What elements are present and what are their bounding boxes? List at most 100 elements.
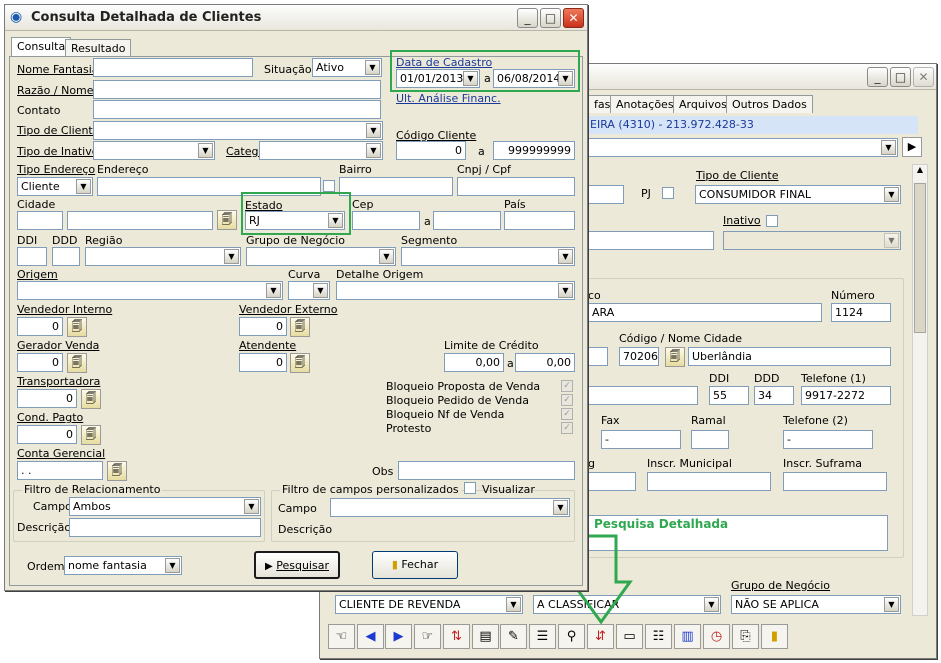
toolbar-print-icon[interactable]: ▤ bbox=[472, 624, 499, 649]
limite-de-field[interactable]: 0,00 bbox=[444, 353, 504, 372]
descricao-field[interactable] bbox=[69, 518, 261, 537]
lookup-vendedor-interno-icon[interactable]: 🗐 bbox=[67, 317, 87, 337]
ordem-select[interactable]: nome fantasia ▼ bbox=[64, 556, 182, 575]
toolbar-card-icon[interactable]: ▭ bbox=[616, 624, 643, 649]
endereco-checkbox[interactable] bbox=[323, 180, 335, 192]
cond-pagto-field[interactable]: 0 bbox=[17, 425, 77, 444]
maximize-button[interactable]: □ bbox=[890, 67, 911, 87]
inativo-checkbox[interactable] bbox=[766, 215, 778, 227]
lookup-cidade-icon[interactable]: 🗐 bbox=[665, 347, 685, 367]
chevron-down-icon[interactable]: ▼ bbox=[553, 500, 568, 515]
chevron-down-icon[interactable]: ▼ bbox=[366, 123, 381, 138]
scroll-up-icon[interactable]: ▲ bbox=[913, 165, 927, 179]
cidade-codigo-field[interactable] bbox=[17, 211, 63, 230]
cep-ate-field[interactable] bbox=[433, 211, 501, 230]
chevron-down-icon[interactable]: ▼ bbox=[884, 597, 899, 612]
toolbar-chart-icon[interactable]: ▥ bbox=[674, 624, 701, 649]
chevron-down-icon[interactable]: ▼ bbox=[881, 140, 896, 155]
toolbar-users-icon[interactable]: ☷ bbox=[645, 624, 672, 649]
vendedor-externo-field[interactable]: 0 bbox=[239, 317, 287, 336]
ddd-field[interactable]: 34 bbox=[754, 386, 794, 405]
tab-resultado[interactable]: Resultado bbox=[65, 39, 132, 57]
toolbar-point-icon[interactable]: ☞ bbox=[414, 624, 441, 649]
tipo-endereco-select[interactable]: Cliente ▼ bbox=[17, 177, 93, 196]
chevron-down-icon[interactable]: ▼ bbox=[704, 597, 719, 612]
minimize-button[interactable]: _ bbox=[867, 67, 888, 87]
maximize-button[interactable]: □ bbox=[540, 8, 561, 28]
toolbar-next-icon[interactable]: ▶ bbox=[385, 624, 412, 649]
contato-field[interactable] bbox=[93, 100, 381, 119]
tipo-cliente-select[interactable]: ▼ bbox=[93, 121, 383, 140]
curva-select[interactable]: ▼ bbox=[288, 281, 330, 300]
pais-field[interactable] bbox=[504, 211, 575, 230]
lookup-vendedor-externo-icon[interactable]: 🗐 bbox=[290, 317, 310, 337]
origem-select[interactable]: ▼ bbox=[17, 281, 283, 300]
cidade-nome-field[interactable] bbox=[67, 211, 213, 230]
toolbar-edit-icon[interactable]: ✎ bbox=[500, 624, 527, 649]
telefone2-field[interactable]: - bbox=[783, 430, 873, 449]
go-arrow-icon[interactable]: ▶ bbox=[902, 137, 922, 157]
chevron-down-icon[interactable]: ▼ bbox=[198, 143, 213, 158]
chevron-down-icon[interactable]: ▼ bbox=[224, 249, 239, 264]
detalhe-origem-select[interactable]: ▼ bbox=[336, 281, 575, 300]
grupo-negocio-select[interactable]: NÃO SE APLICA ▼ bbox=[731, 595, 901, 614]
ddi-field[interactable]: 55 bbox=[709, 386, 749, 405]
grupo-negocio-select[interactable]: ▼ bbox=[246, 247, 396, 266]
tab-outros-dados[interactable]: Outros Dados bbox=[726, 95, 813, 113]
toolbar-tree-icon[interactable]: ⚲ bbox=[558, 624, 585, 649]
pesquisar-button[interactable]: ▶ Pesquisar bbox=[254, 551, 340, 579]
chevron-down-icon[interactable]: ▼ bbox=[165, 558, 180, 573]
bloqueio-proposta-checkbox[interactable]: ✓ bbox=[561, 380, 573, 392]
ddd-field[interactable] bbox=[52, 247, 80, 266]
transportadora-field[interactable]: 0 bbox=[17, 389, 77, 408]
back-dd1[interactable]: CLIENTE DE REVENDA ▼ bbox=[335, 595, 523, 614]
telefone1-field[interactable]: 9917-2272 bbox=[801, 386, 891, 405]
chevron-down-icon[interactable]: ▼ bbox=[558, 283, 573, 298]
lookup-conta-gerencial-icon[interactable]: 🗐 bbox=[107, 461, 127, 481]
codigo-de-field[interactable]: 0 bbox=[396, 141, 466, 160]
chevron-down-icon[interactable]: ▼ bbox=[366, 143, 381, 158]
toolbar-swap-icon[interactable]: ⇅ bbox=[443, 624, 470, 649]
cep-de-field[interactable] bbox=[352, 211, 420, 230]
lookup-transportadora-icon[interactable]: 🗐 bbox=[81, 389, 101, 409]
tab-consulta[interactable]: Consulta bbox=[11, 37, 72, 57]
lookup-cond-pagto-icon[interactable]: 🗐 bbox=[81, 425, 101, 445]
fechar-button[interactable]: ▮ Fechar bbox=[372, 551, 458, 579]
chevron-down-icon[interactable]: ▼ bbox=[379, 249, 394, 264]
toolbar-detailed-search-icon[interactable]: ⇵ bbox=[587, 624, 614, 649]
toolbar-exit-icon[interactable]: ▮ bbox=[761, 624, 788, 649]
visualizar-checkbox[interactable] bbox=[464, 482, 476, 494]
lookup-gerador-venda-icon[interactable]: 🗐 bbox=[67, 353, 87, 373]
tab-anotacoes[interactable]: Anotações bbox=[610, 95, 680, 113]
bloqueio-nf-checkbox[interactable]: ✓ bbox=[561, 408, 573, 420]
bairro-field[interactable] bbox=[339, 177, 453, 196]
chevron-down-icon[interactable]: ▼ bbox=[506, 597, 521, 612]
lookup-atendente-icon[interactable]: 🗐 bbox=[290, 353, 310, 373]
client-selector[interactable]: ▼ bbox=[588, 138, 898, 157]
scrollbar[interactable]: ▲ bbox=[912, 164, 928, 616]
toolbar-hand-icon[interactable]: ☜ bbox=[328, 624, 355, 649]
chevron-down-icon[interactable]: ▼ bbox=[76, 179, 91, 194]
codigo-cidade-field[interactable]: 70206 bbox=[619, 347, 659, 366]
back-field-b[interactable] bbox=[588, 231, 714, 250]
limite-ate-field[interactable]: 0,00 bbox=[515, 353, 575, 372]
campo-select[interactable]: Ambos ▼ bbox=[69, 497, 261, 516]
close-button[interactable]: ✕ bbox=[563, 8, 584, 28]
regiao-select[interactable]: ▼ bbox=[85, 247, 241, 266]
fax-field[interactable]: - bbox=[601, 430, 681, 449]
chevron-down-icon[interactable]: ▼ bbox=[313, 283, 328, 298]
inscr-suframa-field[interactable] bbox=[783, 472, 887, 491]
campo-pers-select[interactable]: ▼ bbox=[330, 498, 570, 517]
bloqueio-pedido-checkbox[interactable]: ✓ bbox=[561, 394, 573, 406]
toolbar-clock-icon[interactable]: ◷ bbox=[703, 624, 730, 649]
back-field-d[interactable] bbox=[588, 386, 698, 405]
inscr-municipal-field[interactable] bbox=[647, 472, 771, 491]
cnpj-field[interactable] bbox=[457, 177, 575, 196]
nome-fantasia-field[interactable] bbox=[93, 58, 253, 77]
toolbar-doc-icon[interactable]: ⎘ bbox=[732, 624, 759, 649]
lookup-cidade-icon[interactable]: 🗐 bbox=[217, 210, 237, 230]
atendente-field[interactable]: 0 bbox=[239, 353, 287, 372]
endereco-field[interactable]: ARA bbox=[588, 303, 822, 322]
back-field-a[interactable] bbox=[588, 185, 624, 204]
chevron-down-icon[interactable]: ▼ bbox=[244, 499, 259, 514]
